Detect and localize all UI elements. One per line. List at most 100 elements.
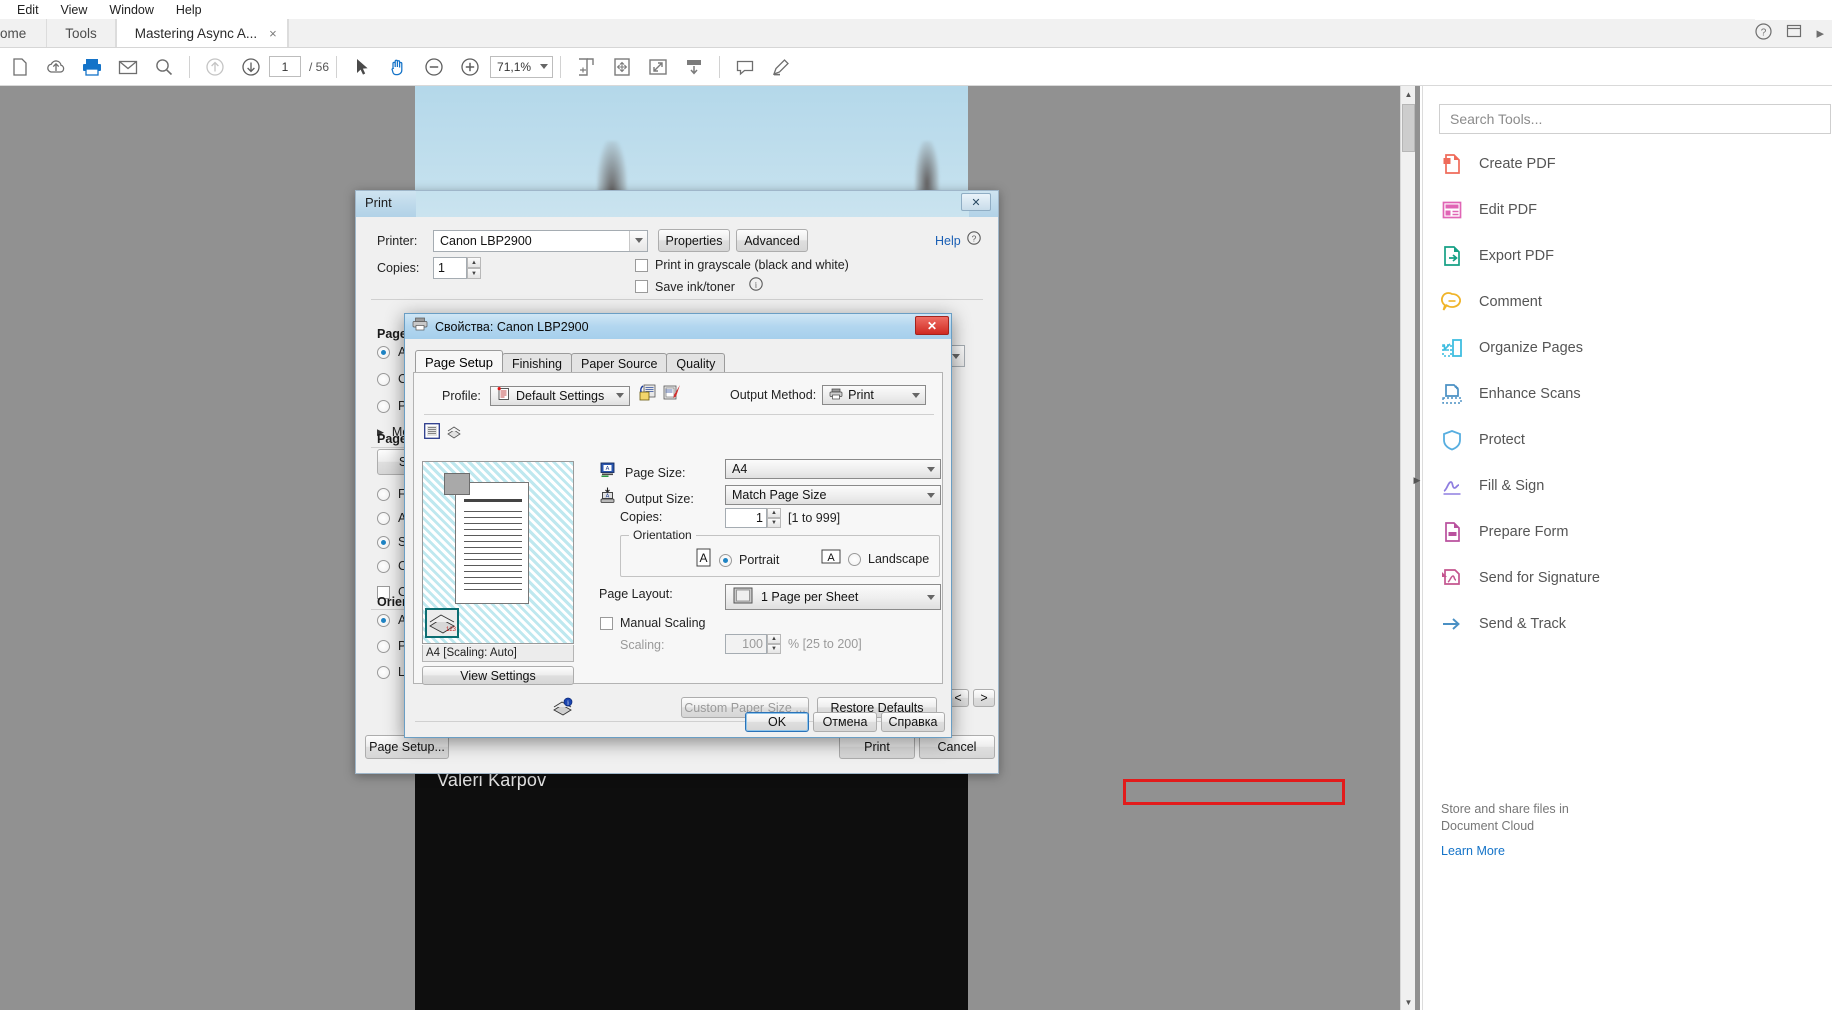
output-method-select[interactable]: Print: [822, 385, 927, 405]
radio-landscape[interactable]: [377, 665, 390, 679]
tab-document[interactable]: Mastering Async A... ×: [115, 19, 288, 47]
tool-item-comment[interactable]: Comment: [1439, 282, 1831, 322]
stepper-down-icon[interactable]: ▼: [767, 644, 781, 654]
stepper-down-icon[interactable]: ▼: [467, 268, 481, 279]
help-icon[interactable]: ?: [1755, 22, 1773, 44]
comment-icon[interactable]: [727, 49, 763, 85]
copies-input[interactable]: 1: [433, 257, 467, 279]
help-circle-icon[interactable]: ?: [966, 231, 981, 250]
tab-home[interactable]: ome: [0, 19, 48, 47]
advanced-button[interactable]: Advanced: [736, 229, 808, 252]
save-file-icon[interactable]: [2, 49, 38, 85]
menu-item-window[interactable]: Window: [98, 0, 164, 20]
radio-landscape[interactable]: [848, 552, 861, 566]
email-icon[interactable]: [110, 49, 146, 85]
tab-finishing[interactable]: Finishing: [501, 353, 572, 374]
hand-tool-icon[interactable]: [380, 49, 416, 85]
tool-item-send-for-signature[interactable]: Send for Signature: [1439, 558, 1831, 598]
tool-item-organize-pages[interactable]: Organize Pages: [1439, 328, 1831, 368]
copies-stepper[interactable]: ▲ ▼: [467, 257, 481, 279]
panel-collapse-handle[interactable]: ▶: [1412, 470, 1422, 490]
tab-quality[interactable]: Quality: [666, 353, 726, 374]
properties-help-button[interactable]: Справка: [881, 712, 945, 732]
stepper-down-icon[interactable]: ▼: [767, 518, 781, 528]
manual-scaling-row[interactable]: Manual Scaling: [600, 616, 705, 630]
orientation-portrait-option[interactable]: A Portrait: [695, 548, 779, 572]
full-screen-icon[interactable]: [640, 49, 676, 85]
print-button[interactable]: Print: [839, 735, 915, 759]
tool-item-send-track[interactable]: Send & Track: [1439, 604, 1831, 644]
close-icon[interactable]: ×: [269, 26, 277, 41]
zoom-out-icon[interactable]: [416, 49, 452, 85]
page-size-select[interactable]: A4: [725, 459, 941, 479]
stepper-up-icon[interactable]: ▲: [767, 508, 781, 518]
search-tools-input[interactable]: Search Tools...: [1439, 104, 1831, 134]
highlight-pen-icon[interactable]: [763, 49, 799, 85]
orientation-landscape-option[interactable]: A Landscape: [821, 548, 929, 570]
menu-item-edit[interactable]: Edit: [6, 0, 50, 20]
add-profile-icon[interactable]: [638, 384, 658, 407]
tool-item-create-pdf[interactable]: Create PDF: [1439, 144, 1831, 184]
zoom-in-icon[interactable]: [452, 49, 488, 85]
radio-actual-size[interactable]: [377, 511, 390, 525]
properties-cancel-button[interactable]: Отмена: [813, 712, 877, 732]
properties-copies-input[interactable]: 1: [725, 508, 767, 528]
save-ink-checkbox[interactable]: [635, 280, 648, 293]
radio-fit[interactable]: [377, 487, 390, 501]
tab-page-setup[interactable]: Page Setup: [415, 350, 503, 374]
upload-cloud-icon[interactable]: [38, 49, 74, 85]
manual-scaling-checkbox[interactable]: [600, 616, 613, 630]
tool-item-edit-pdf[interactable]: Edit PDF: [1439, 190, 1831, 230]
radio-pages[interactable]: [377, 399, 390, 413]
radio-auto-orientation[interactable]: [377, 613, 390, 627]
tool-item-prepare-form[interactable]: Prepare Form: [1439, 512, 1831, 552]
stepper-up-icon[interactable]: ▲: [467, 257, 481, 268]
page-layout-select[interactable]: 1 Page per Sheet: [725, 584, 941, 610]
close-icon[interactable]: ✕: [961, 193, 991, 211]
tool-item-export-pdf[interactable]: Export PDF: [1439, 236, 1831, 276]
properties-copies-stepper[interactable]: ▲ ▼: [767, 508, 781, 528]
scroll-down-arrow-icon[interactable]: ▼: [1401, 994, 1416, 1010]
learn-more-link[interactable]: Learn More: [1441, 844, 1505, 858]
stepper-up-icon[interactable]: ▲: [767, 634, 781, 644]
view-settings-button[interactable]: View Settings: [422, 666, 574, 685]
scaling-stepper[interactable]: ▲ ▼: [767, 634, 781, 654]
menu-item-view[interactable]: View: [50, 0, 99, 20]
scrollbar-thumb[interactable]: [1402, 104, 1415, 152]
scroll-down-icon[interactable]: [676, 49, 712, 85]
grayscale-row[interactable]: Print in grayscale (black and white): [635, 258, 849, 272]
page-up-icon[interactable]: [197, 49, 233, 85]
radio-custom-scale[interactable]: [377, 559, 390, 573]
radio-shrink-oversized[interactable]: [377, 535, 390, 549]
menu-item-help[interactable]: Help: [165, 0, 213, 20]
help-link[interactable]: Help: [935, 234, 961, 248]
output-size-select[interactable]: Match Page Size: [725, 485, 941, 505]
save-ink-row[interactable]: Save ink/toner i: [635, 277, 763, 296]
tab-paper-source[interactable]: Paper Source: [570, 353, 668, 374]
tool-item-enhance-scans[interactable]: Enhance Scans: [1439, 374, 1831, 414]
radio-portrait[interactable]: [719, 553, 732, 567]
profile-select[interactable]: Default Settings: [490, 385, 630, 406]
tool-item-fill-sign[interactable]: Fill & Sign: [1439, 466, 1831, 506]
scroll-up-arrow-icon[interactable]: ▲: [1401, 86, 1416, 102]
edit-profile-icon[interactable]: [662, 384, 682, 407]
printer-select[interactable]: Canon LBP2900: [433, 229, 648, 252]
print-cancel-button[interactable]: Cancel: [919, 735, 995, 759]
ok-button[interactable]: OK: [745, 712, 809, 732]
grayscale-checkbox[interactable]: [635, 258, 648, 272]
print-icon[interactable]: [74, 49, 110, 85]
page-number-input[interactable]: 1: [269, 56, 301, 77]
printer-info-icon[interactable]: i: [552, 697, 574, 722]
tool-item-protect[interactable]: Protect: [1439, 420, 1831, 460]
info-circle-icon[interactable]: i: [749, 277, 763, 296]
tab-tools[interactable]: Tools: [47, 19, 116, 47]
properties-button[interactable]: Properties: [658, 229, 730, 252]
fit-width-icon[interactable]: [604, 49, 640, 85]
radio-current-page[interactable]: [377, 372, 390, 386]
view-stack-icon[interactable]: [446, 423, 462, 444]
search-icon[interactable]: [146, 49, 182, 85]
zoom-level-select[interactable]: 71,1%: [490, 55, 554, 78]
scaling-input[interactable]: 100: [725, 634, 767, 654]
radio-portrait[interactable]: [377, 639, 390, 653]
page-setup-button[interactable]: Page Setup...: [365, 735, 449, 759]
